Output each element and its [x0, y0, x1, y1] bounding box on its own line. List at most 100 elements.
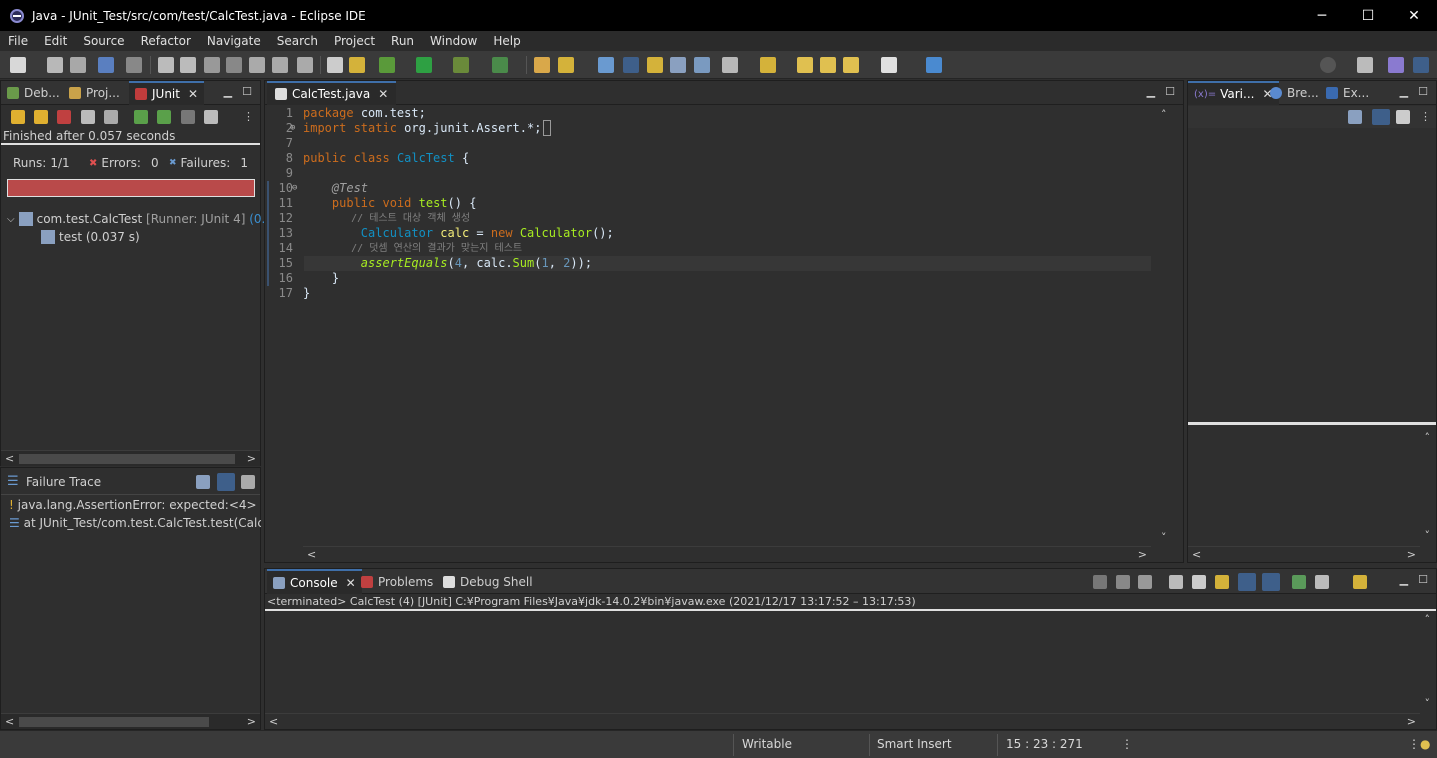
stop-test-icon[interactable] — [181, 110, 195, 124]
scroll-down-icon[interactable]: ˅ — [1161, 531, 1167, 544]
next-annotation-icon[interactable] — [722, 57, 738, 73]
tab-calctest-java[interactable]: CalcTest.java ✕ — [267, 81, 397, 105]
status-menu-icon[interactable]: ⋮ — [1408, 737, 1420, 751]
step-over-icon[interactable] — [272, 57, 288, 73]
maximize-button[interactable]: ☐ — [1345, 0, 1391, 31]
menu-refactor[interactable]: Refactor — [133, 34, 199, 48]
scroll-left-icon[interactable]: < — [269, 715, 278, 728]
minimize-editor-icon[interactable]: ▁ — [1147, 85, 1155, 98]
next-failure-icon[interactable] — [11, 110, 25, 124]
open-perspective-icon[interactable] — [1357, 57, 1373, 73]
menu-edit[interactable]: Edit — [36, 34, 75, 48]
menu-help[interactable]: Help — [485, 34, 528, 48]
scroll-left-icon[interactable]: < — [5, 452, 14, 465]
new-icon[interactable] — [10, 57, 26, 73]
show-failures-only-icon[interactable] — [57, 110, 71, 124]
scroll-lock-console-icon[interactable] — [1192, 575, 1206, 589]
open-task-icon[interactable] — [558, 57, 574, 73]
suspend-icon[interactable] — [180, 57, 196, 73]
scroll-right-icon[interactable]: > — [1138, 548, 1147, 561]
open-console-menu-icon[interactable] — [1353, 575, 1367, 589]
maximize-view-icon[interactable]: ☐ — [242, 85, 252, 98]
filter-stack-icon[interactable] — [217, 473, 235, 491]
menu-search[interactable]: Search — [269, 34, 326, 48]
run-icon[interactable] — [416, 57, 432, 73]
pin-console-icon[interactable] — [1292, 575, 1306, 589]
tree-item-calctest[interactable]: ⌵ com.test.CalcTest [Runner: JUnit 4] (0… — [7, 212, 288, 226]
scroll-right-icon[interactable]: > — [1407, 548, 1416, 561]
skip-breakpoints-icon[interactable] — [126, 57, 142, 73]
show-console-on-stderr-icon[interactable] — [1262, 573, 1280, 591]
scroll-down-icon[interactable]: ˅ — [1425, 697, 1431, 710]
maximize-view-icon[interactable]: ☐ — [1418, 573, 1428, 586]
tab-project-explorer[interactable]: Proj... — [69, 81, 120, 105]
compare-result-icon[interactable] — [196, 475, 210, 489]
editor-horizontal-scrollbar[interactable]: < > — [303, 546, 1151, 562]
minimize-view-icon[interactable]: ▁ — [224, 85, 232, 98]
chevron-down-icon[interactable]: ⌵ — [7, 214, 15, 225]
toggle-block-selection-icon[interactable] — [670, 57, 686, 73]
scroll-down-icon[interactable]: ˅ — [1425, 529, 1431, 542]
trace-line-frame[interactable]: ☰ at JUnit_Test/com.test.CalcTest.test(C… — [9, 516, 261, 530]
menu-source[interactable]: Source — [75, 34, 132, 48]
scroll-up-icon[interactable]: ˄ — [1161, 108, 1167, 121]
coverage-icon[interactable] — [453, 57, 469, 73]
debug-perspective-icon[interactable] — [1413, 57, 1429, 73]
menu-project[interactable]: Project — [326, 34, 383, 48]
debug-icon[interactable] — [379, 57, 395, 73]
next-edit-icon[interactable] — [881, 57, 897, 73]
java-perspective-icon[interactable] — [1388, 57, 1404, 73]
last-edit-location-icon[interactable] — [797, 57, 813, 73]
tip-lightbulb-icon[interactable]: ● — [1420, 737, 1430, 751]
minimize-button[interactable]: ─ — [1299, 0, 1345, 31]
close-button[interactable]: ✕ — [1391, 0, 1437, 31]
menu-file[interactable]: File — [0, 34, 36, 48]
scroll-up-icon[interactable]: ˄ — [1425, 431, 1431, 444]
step-into-icon[interactable] — [249, 57, 265, 73]
disconnect-icon[interactable] — [226, 57, 242, 73]
maximize-editor-icon[interactable]: ☐ — [1165, 85, 1175, 98]
tab-console[interactable]: Console ✕ — [267, 569, 362, 594]
collapse-all-icon[interactable] — [1396, 110, 1410, 124]
scroll-left-icon[interactable]: < — [307, 548, 316, 561]
toggle-mark-occurrences-icon[interactable] — [623, 57, 639, 73]
terminal-icon[interactable] — [98, 57, 114, 73]
tab-junit[interactable]: JUnit ✕ — [129, 81, 205, 105]
tab-debug[interactable]: Deb... — [7, 81, 60, 105]
search-toolbar-icon[interactable] — [598, 57, 614, 73]
step-return-icon[interactable] — [297, 57, 313, 73]
drop-to-frame-icon[interactable] — [327, 57, 343, 73]
show-logical-structure-icon[interactable] — [1372, 109, 1390, 125]
close-icon[interactable]: ✕ — [346, 576, 356, 590]
tree-horizontal-scrollbar[interactable]: < > — [1, 450, 260, 466]
minimize-view-icon[interactable]: ▁ — [1400, 85, 1408, 98]
remove-all-terminated-icon[interactable] — [1138, 575, 1152, 589]
back-icon[interactable] — [820, 57, 836, 73]
save-all-icon[interactable] — [70, 57, 86, 73]
close-icon[interactable]: ✕ — [378, 87, 388, 101]
display-selected-console-icon[interactable] — [1315, 575, 1329, 589]
show-console-on-stdout-icon[interactable] — [1238, 573, 1256, 591]
fold-plus-icon[interactable]: ⊕ — [290, 121, 295, 136]
scroll-left-icon[interactable]: < — [5, 715, 14, 728]
search-icon[interactable] — [1320, 57, 1336, 73]
external-tools-icon[interactable] — [492, 57, 508, 73]
console-horizontal-scrollbar[interactable]: < > — [265, 713, 1420, 729]
toggle-word-wrap-icon[interactable] — [647, 57, 663, 73]
open-type-icon[interactable] — [534, 57, 550, 73]
menu-run[interactable]: Run — [383, 34, 422, 48]
clear-console-icon[interactable] — [1169, 575, 1183, 589]
view-menu-icon[interactable]: ⋮ — [1420, 110, 1431, 123]
menu-navigate[interactable]: Navigate — [199, 34, 269, 48]
minimize-view-icon[interactable]: ▁ — [1400, 573, 1408, 586]
tab-variables[interactable]: (x)= Vari... ✕ — [1188, 81, 1279, 105]
previous-annotation-icon[interactable] — [760, 57, 776, 73]
show-whitespace-icon[interactable] — [694, 57, 710, 73]
tab-debug-shell[interactable]: Debug Shell — [443, 569, 533, 594]
tab-breakpoints[interactable]: Bre... — [1270, 81, 1319, 105]
resume-icon[interactable] — [158, 57, 174, 73]
remove-launch-icon[interactable] — [1116, 575, 1130, 589]
rerun-test-icon[interactable] — [134, 110, 148, 124]
scroll-left-icon[interactable]: < — [1192, 548, 1201, 561]
copy-trace-icon[interactable] — [241, 475, 255, 489]
